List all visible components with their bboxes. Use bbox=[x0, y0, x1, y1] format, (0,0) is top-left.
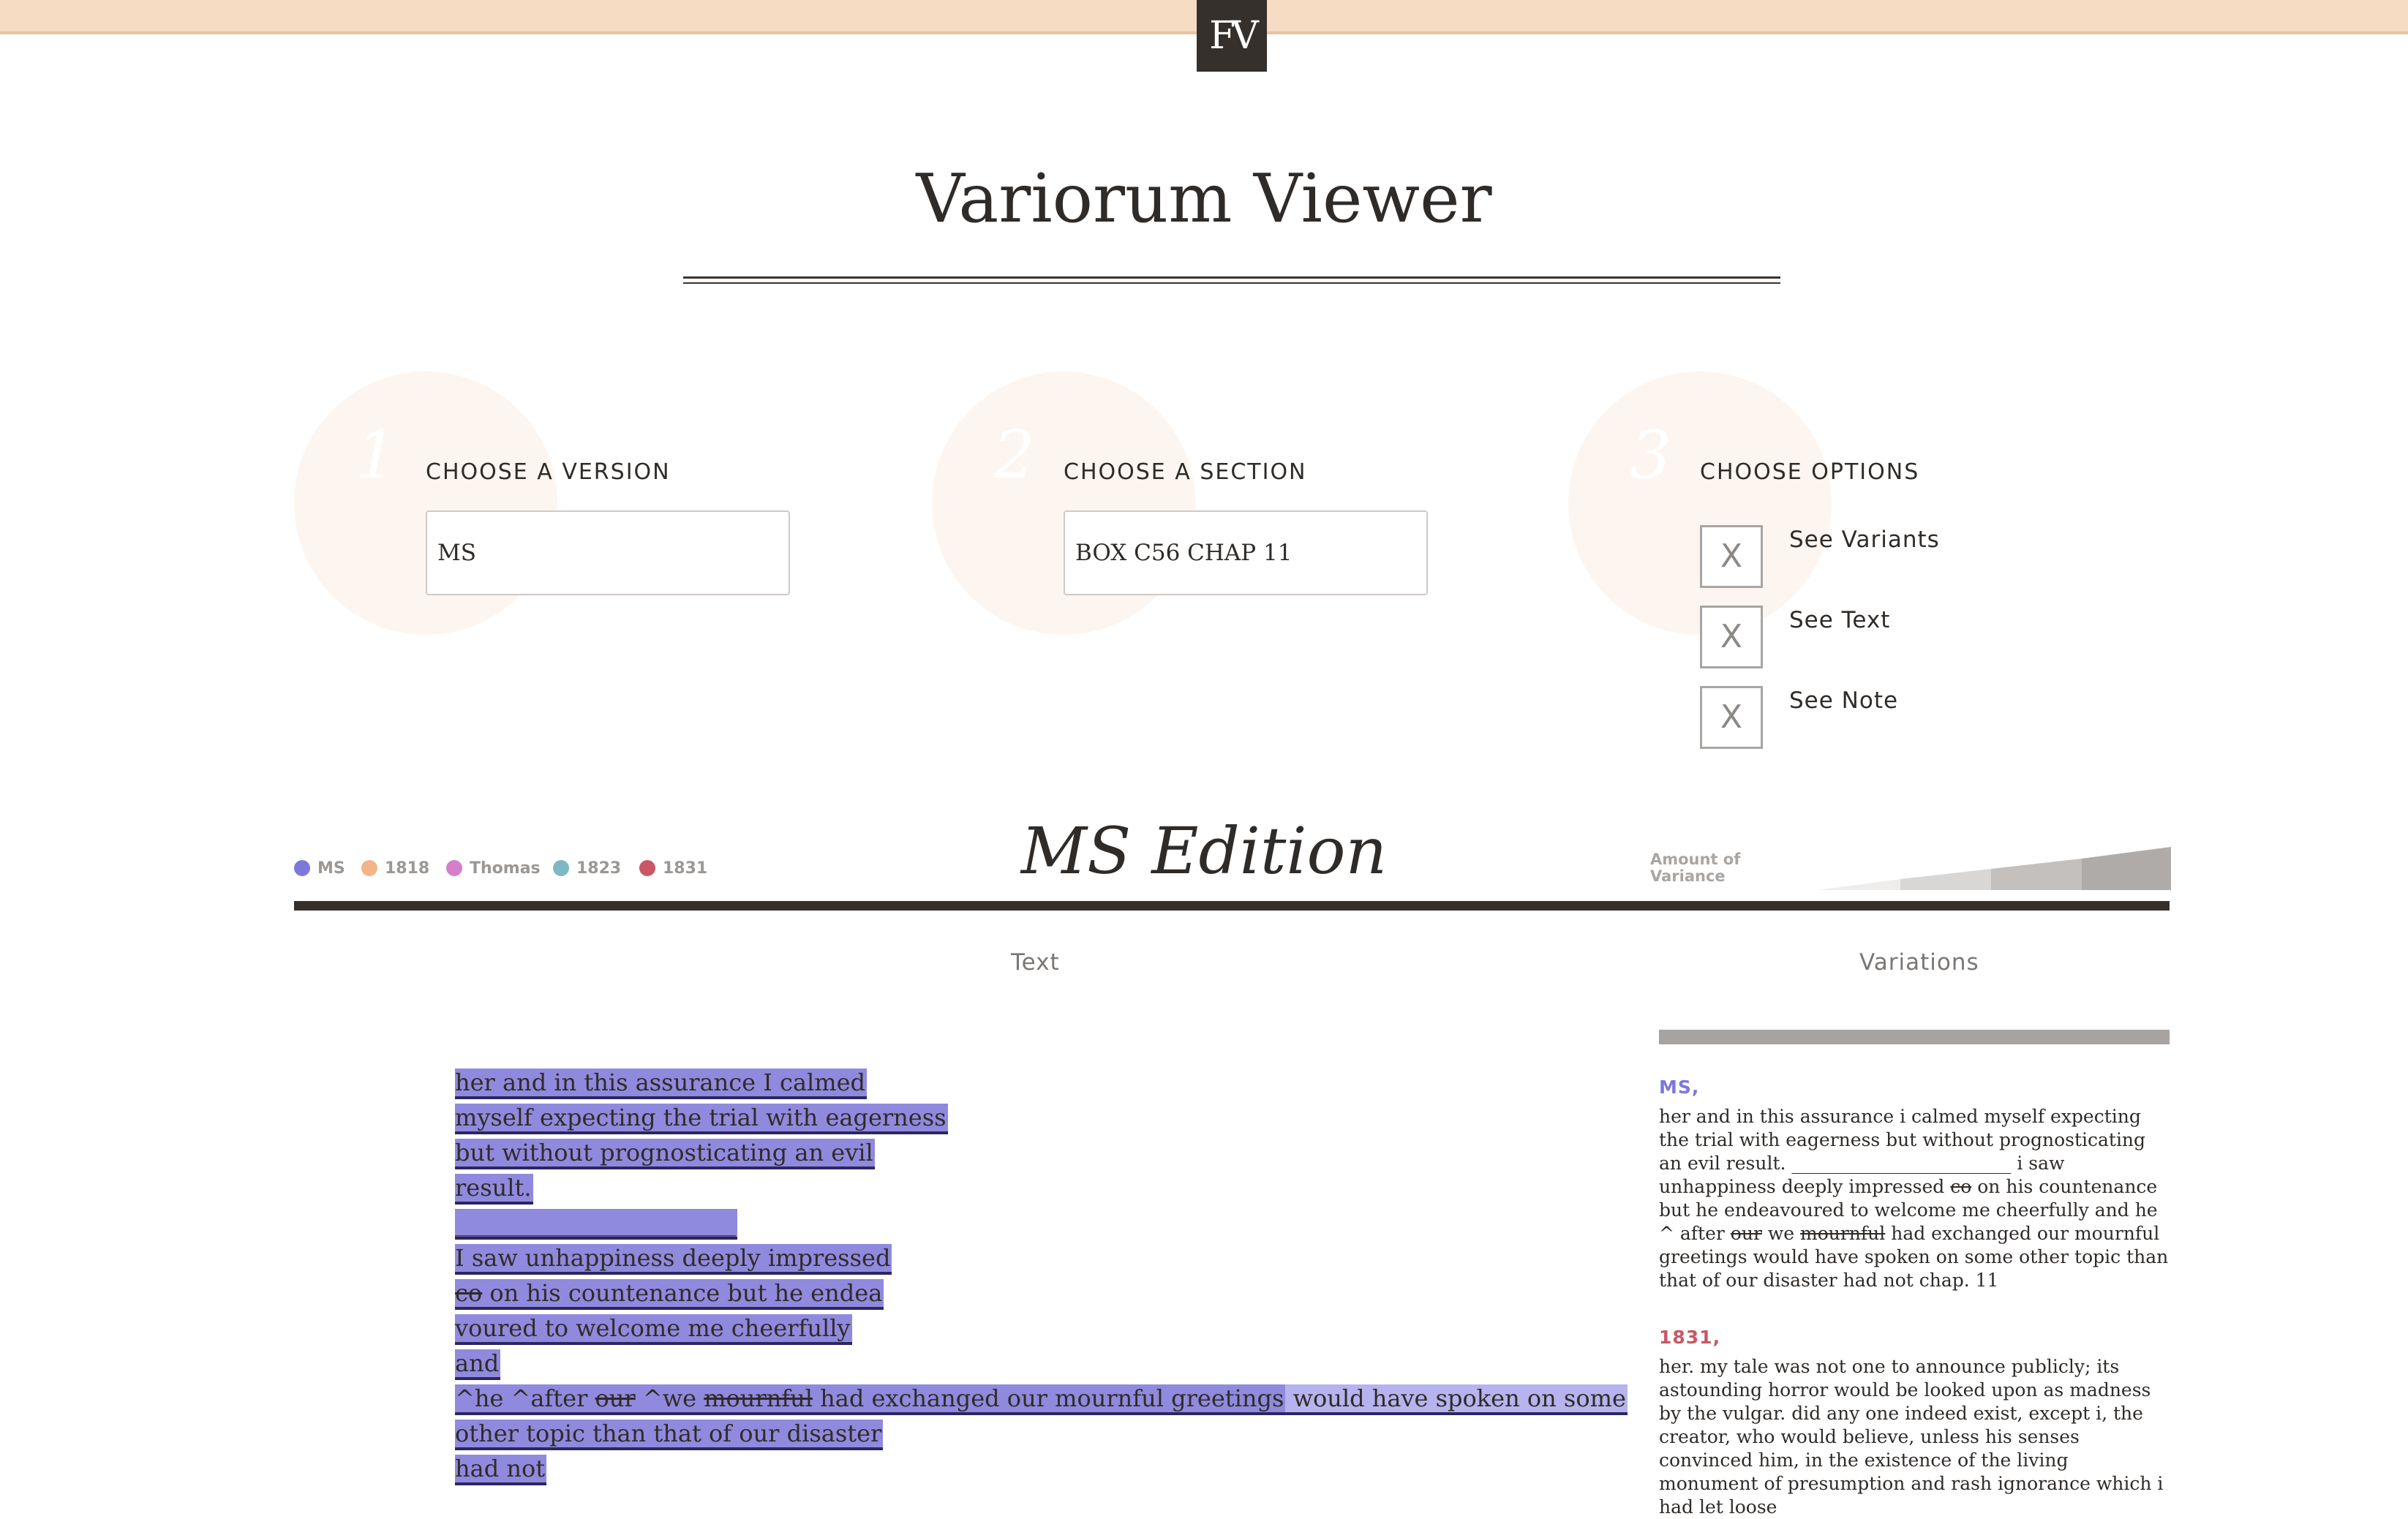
text-fragment: ^he ^after bbox=[455, 1384, 595, 1412]
choose-section-label: CHOOSE A SECTION bbox=[1064, 459, 1307, 485]
variance-step-2 bbox=[1900, 869, 1991, 890]
highlighted-text[interactable]: ________________________ bbox=[455, 1209, 737, 1240]
variance-label: Amount of Variance bbox=[1650, 851, 1740, 885]
text-line: had not bbox=[455, 1451, 1628, 1486]
see-note-checkbox[interactable]: X bbox=[1700, 686, 1763, 749]
variance-step-1 bbox=[1818, 879, 1900, 890]
see-text-label[interactable]: See Text bbox=[1789, 607, 1890, 633]
variation-struck: our bbox=[1730, 1223, 1762, 1244]
variations-column-header: Variations bbox=[1859, 949, 1979, 976]
text-passage: her and in this assurance I calmed mysel… bbox=[455, 1065, 1628, 1486]
highlighted-text[interactable]: voured to welcome me cheerfully bbox=[455, 1314, 852, 1345]
highlighted-text[interactable]: and bbox=[455, 1349, 501, 1380]
text-line: I saw unhappiness deeply impressed bbox=[455, 1240, 1628, 1275]
text-fragment: had exchanged our mournful greetings bbox=[813, 1384, 1284, 1412]
highlighted-text[interactable]: but without prognosticating an evil bbox=[455, 1139, 875, 1169]
choose-options-label: CHOOSE OPTIONS bbox=[1700, 459, 1920, 485]
see-variants-label[interactable]: See Variants bbox=[1789, 527, 1940, 553]
highlighted-text-light[interactable]: would have spoken on some bbox=[1285, 1384, 1628, 1415]
choose-version-label: CHOOSE A VERSION bbox=[426, 459, 671, 485]
step-1-number: 1 bbox=[355, 417, 398, 494]
step-2-number: 2 bbox=[993, 417, 1036, 494]
text-line: other topic than that of our disaster bbox=[455, 1416, 1628, 1451]
variance-label-line1: Amount of bbox=[1650, 851, 1741, 868]
text-fragment: on his countenance but he endea bbox=[482, 1279, 883, 1307]
step-3-circle bbox=[1568, 372, 1832, 635]
variation-1831: 1831, her. my tale was not one to announ… bbox=[1659, 1327, 2171, 1519]
step-1-circle bbox=[294, 372, 557, 635]
variance-label-line2: Variance bbox=[1650, 867, 1726, 885]
highlighted-text[interactable]: her and in this assurance I calmed bbox=[455, 1068, 868, 1099]
variations-bar bbox=[1659, 1030, 2170, 1044]
text-line: myself expecting the trial with eagernes… bbox=[455, 1100, 1628, 1135]
title-divider-second bbox=[683, 282, 1780, 284]
variance-scale-graphic bbox=[1818, 847, 2171, 890]
text-line: and bbox=[455, 1346, 1628, 1381]
text-fragment: ^we bbox=[635, 1384, 704, 1412]
variation-struck: mournful bbox=[1800, 1223, 1886, 1244]
highlighted-text[interactable]: had not bbox=[455, 1455, 547, 1485]
page-title: Variorum Viewer bbox=[916, 159, 1492, 238]
text-line: ^he ^after our ^we mournful had exchange… bbox=[455, 1381, 1628, 1416]
highlighted-text[interactable]: result. bbox=[455, 1174, 533, 1205]
title-divider bbox=[683, 276, 1780, 279]
version-select[interactable]: MS bbox=[426, 510, 790, 595]
variation-struck: co bbox=[1950, 1176, 1972, 1197]
highlighted-text[interactable]: other topic than that of our disaster bbox=[455, 1420, 884, 1450]
struck-text: co bbox=[455, 1279, 483, 1307]
text-column-header: Text bbox=[1011, 949, 1060, 976]
text-line: co on his countenance but he endea bbox=[455, 1275, 1628, 1311]
see-variants-checkbox[interactable]: X bbox=[1700, 525, 1763, 588]
variation-source-ms: MS, bbox=[1659, 1077, 1700, 1098]
highlighted-text[interactable]: myself expecting the trial with eagernes… bbox=[455, 1104, 948, 1134]
text-line: voured to welcome me cheerfully bbox=[455, 1311, 1628, 1346]
text-line: but without prognosticating an evil bbox=[455, 1135, 1628, 1170]
see-text-checkbox[interactable]: X bbox=[1700, 606, 1763, 668]
variation-text-1831: her. my tale was not one to announce pub… bbox=[1659, 1356, 2164, 1518]
section-select[interactable]: BOX C56 CHAP 11 bbox=[1064, 510, 1428, 595]
fv-logo[interactable]: FV bbox=[1197, 0, 1267, 72]
text-line: result. bbox=[455, 1170, 1628, 1205]
step-2-circle bbox=[932, 372, 1195, 635]
variance-step-4 bbox=[2082, 847, 2171, 890]
edition-divider bbox=[294, 901, 2170, 911]
highlighted-text[interactable]: co on his countenance but he endea bbox=[455, 1279, 884, 1310]
see-note-label[interactable]: See Note bbox=[1789, 687, 1898, 714]
variation-ms: MS, her and in this assurance i calmed m… bbox=[1659, 1077, 2171, 1292]
text-line: her and in this assurance I calmed bbox=[455, 1065, 1628, 1100]
variation-source-1831: 1831, bbox=[1659, 1327, 1721, 1348]
struck-text: mournful bbox=[704, 1384, 813, 1412]
struck-text: our bbox=[595, 1384, 636, 1412]
variation-text-ms: her and in this assurance i calmed mysel… bbox=[1659, 1105, 2171, 1292]
variation-fragment: we bbox=[1761, 1223, 1800, 1244]
text-line: ________________________ bbox=[455, 1205, 1628, 1240]
step-3-number: 3 bbox=[1630, 417, 1672, 494]
highlighted-text[interactable]: ^he ^after our ^we mournful had exchange… bbox=[455, 1384, 1286, 1415]
variance-step-3 bbox=[1991, 859, 2082, 890]
highlighted-text[interactable]: I saw unhappiness deeply impressed bbox=[455, 1244, 892, 1275]
